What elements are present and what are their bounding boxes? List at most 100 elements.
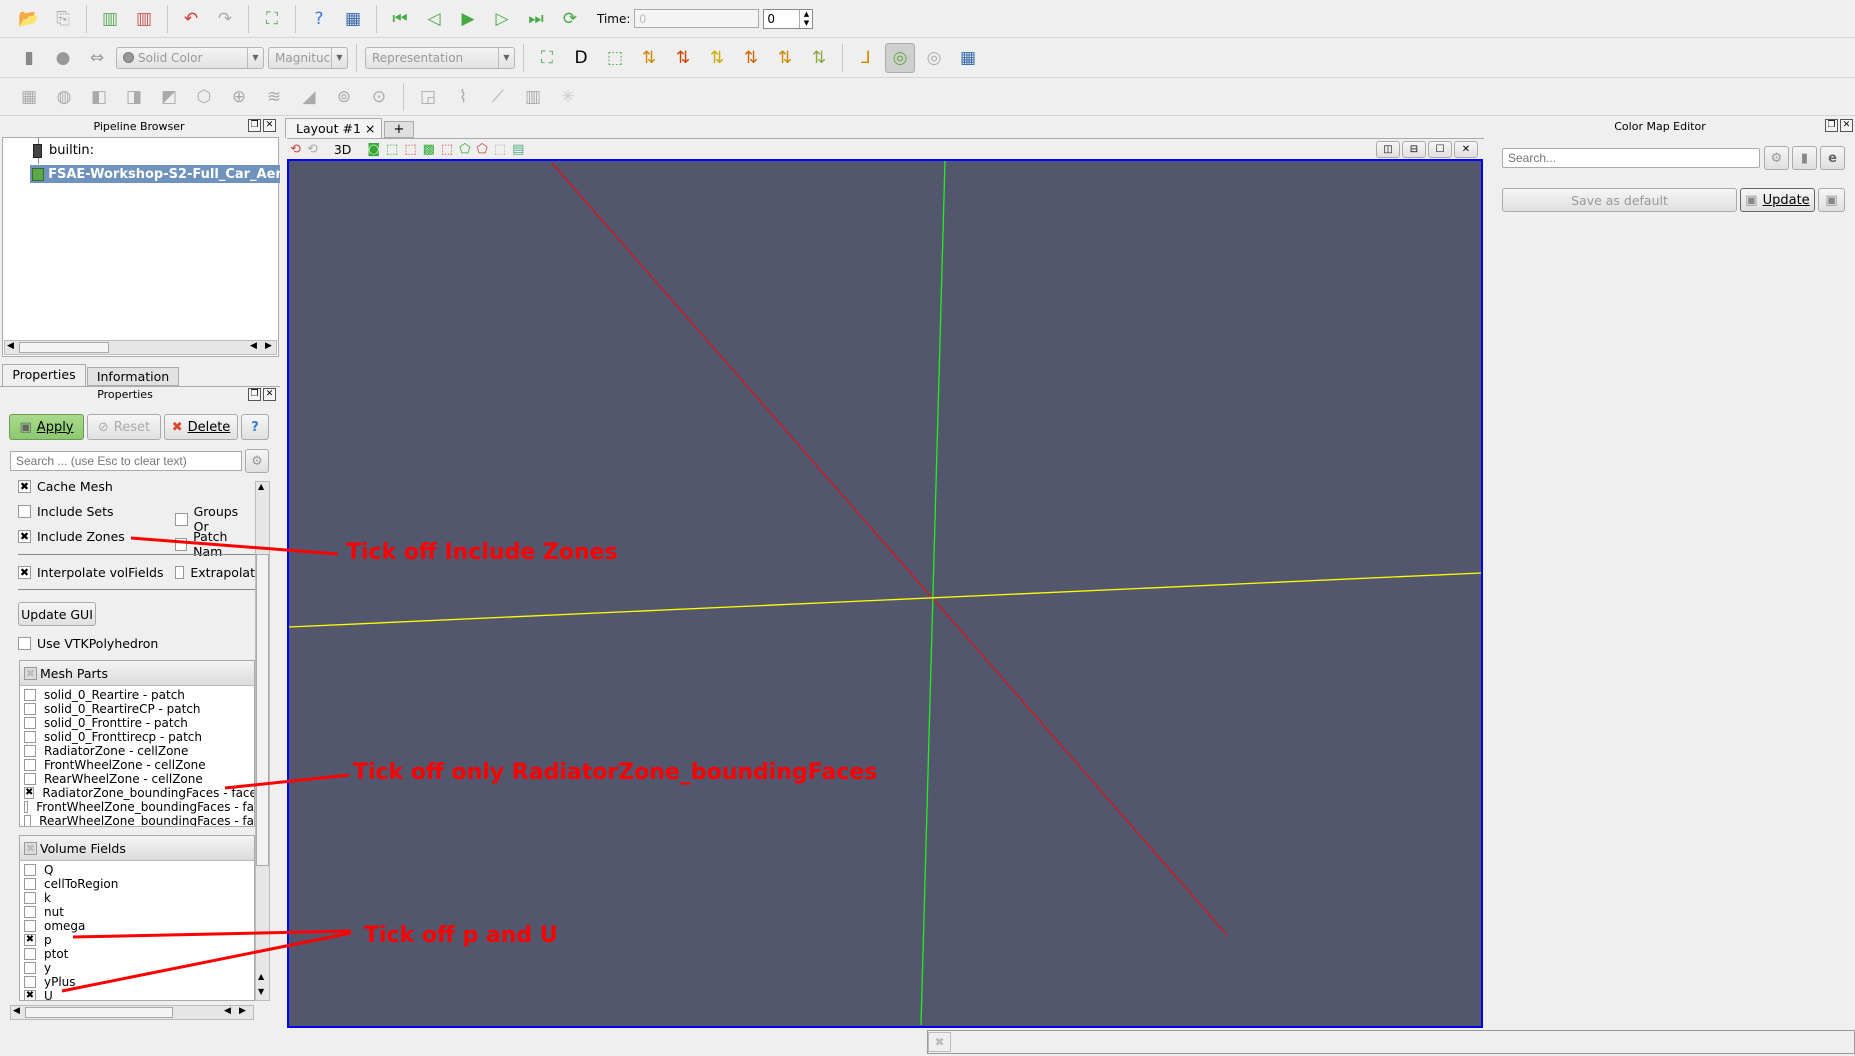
scroll-thumb[interactable] (19, 342, 109, 353)
last-frame-icon[interactable]: ⏭ (521, 4, 551, 34)
histogram-icon[interactable]: ▥ (518, 82, 548, 112)
checkbox-unchecked-icon[interactable] (24, 962, 36, 974)
first-frame-icon[interactable]: ⏮ (385, 4, 415, 34)
mesh-parts-header[interactable]: ✖ Mesh Parts (20, 661, 254, 686)
close-panel-icon[interactable]: ✕ (263, 388, 276, 401)
checkbox-unchecked-icon[interactable] (24, 703, 36, 715)
next-frame-icon[interactable]: ▷ (487, 4, 517, 34)
show-orientation-axes-icon[interactable]: ⅃ (851, 43, 881, 73)
scroll-left-icon[interactable]: ◀ (250, 341, 257, 351)
extract-subset-icon[interactable]: ⬡ (189, 82, 219, 112)
view-plus-y-icon[interactable]: ⇅ (702, 43, 732, 73)
color-legend-icon[interactable]: ▮ (1792, 146, 1817, 170)
list-item[interactable]: solid_0_Fronttire - patch (20, 716, 254, 730)
list-item[interactable]: ✖ p (20, 933, 254, 947)
list-item[interactable]: omega (20, 919, 254, 933)
rescale-icon[interactable]: ● (48, 43, 78, 73)
checkbox-checked-icon[interactable]: ✖ (24, 934, 36, 946)
glyph-icon[interactable]: ⊕ (224, 82, 254, 112)
rescale-custom-icon[interactable]: ⇔ (82, 43, 112, 73)
list-item[interactable]: y (20, 961, 254, 975)
add-layout-tab-button[interactable]: + (384, 121, 414, 138)
representation-combo[interactable]: Representation ▼ (365, 46, 515, 69)
pipeline-root[interactable]: builtin: (49, 143, 94, 158)
render-view[interactable] (287, 159, 1483, 1028)
list-item[interactable]: FrontWheelZone_boundingFaces - fa (20, 800, 254, 814)
properties-hscrollbar[interactable]: ◀ ◀ ▶ (10, 1005, 254, 1020)
component-combo[interactable]: Magnituc ▼ (268, 46, 348, 69)
extract-level-icon[interactable]: ⊙ (364, 82, 394, 112)
view-minus-y-icon[interactable]: ⇅ (736, 43, 766, 73)
select-polygon-cells-icon[interactable]: ⬠ (459, 142, 470, 157)
list-item[interactable]: RearWheelZone_boundingFaces - fa (20, 814, 254, 826)
view-minus-x-icon[interactable]: ⇅ (668, 43, 698, 73)
update-gui-button[interactable]: Update GUI (18, 602, 96, 626)
reset-center-icon[interactable]: ◎ (919, 43, 949, 73)
tab-information[interactable]: Information (87, 367, 179, 386)
list-item[interactable]: nut (20, 905, 254, 919)
list-item[interactable]: solid_0_Fronttirecp - patch (20, 730, 254, 744)
include-sets-checkbox[interactable]: Include Sets (18, 504, 114, 519)
color-map-search-input[interactable] (1502, 148, 1760, 168)
view-plus-x-icon[interactable]: ⇅ (634, 43, 664, 73)
undo-icon[interactable]: ↶ (176, 4, 206, 34)
time-index-spinbox[interactable]: 0 ▲ ▼ (763, 8, 814, 29)
list-item[interactable]: solid_0_ReartireCP - patch (20, 702, 254, 716)
cache-mesh-checkbox[interactable]: ✖ Cache Mesh (18, 479, 113, 494)
list-item[interactable]: RadiatorZone - cellZone (20, 744, 254, 758)
calculator-icon[interactable]: ▦ (14, 82, 44, 112)
split-horizontal-icon[interactable]: ◫ (1376, 141, 1400, 158)
checkbox-unchecked-icon[interactable] (24, 864, 36, 876)
tab-layout-1[interactable]: Layout #1 × (285, 118, 382, 138)
scroll-thumb[interactable] (256, 554, 269, 866)
select-points-frustum-icon[interactable]: ⬚ (441, 142, 453, 157)
help-button[interactable]: ? (241, 414, 269, 440)
select-points-icon[interactable]: ⬚ (404, 142, 416, 157)
close-view-icon[interactable]: ✕ (1454, 141, 1478, 158)
split-vertical-icon[interactable]: ⊟ (1402, 141, 1426, 158)
pick-center-icon[interactable]: ▦ (338, 4, 368, 34)
advanced-settings-gear-icon[interactable]: ⚙ (245, 449, 269, 473)
include-zones-checkbox[interactable]: ✖ Include Zones (18, 529, 125, 544)
view-plus-z-icon[interactable]: ⇅ (770, 43, 800, 73)
list-item[interactable]: RearWheelZone - cellZone (20, 772, 254, 786)
checkbox-unchecked-icon[interactable] (24, 920, 36, 932)
save-data-icon[interactable]: ⎘ (48, 4, 78, 34)
auto-update-icon[interactable]: ▣ (1818, 188, 1845, 212)
scroll-right-icon[interactable]: ▶ (239, 1006, 246, 1016)
pick-center-icon[interactable]: ▦ (953, 43, 983, 73)
toggle-all-checkbox-icon[interactable]: ✖ (24, 841, 37, 855)
scroll-up-icon[interactable]: ▲ (258, 482, 264, 491)
scroll-left-icon[interactable]: ◀ (13, 1006, 20, 1016)
checkbox-unchecked-icon[interactable] (24, 892, 36, 904)
apply-button[interactable]: ▣ Apply (9, 414, 84, 440)
undo-camera-icon[interactable]: ⟲ (307, 142, 318, 157)
checkbox-unchecked-icon[interactable] (24, 759, 36, 771)
group-datasets-icon[interactable]: ⊚ (329, 82, 359, 112)
float-panel-icon[interactable]: ❐ (248, 119, 261, 132)
pipeline-hscrollbar[interactable]: ◀ ◀ ▶ (4, 340, 277, 355)
maximize-icon[interactable]: ☐ (1428, 141, 1452, 158)
scroll-thumb[interactable] (25, 1007, 173, 1018)
list-item[interactable]: FrontWheelZone - cellZone (20, 758, 254, 772)
checkbox-checked-icon[interactable]: ✖ (24, 990, 36, 1000)
select-cells-frustum-icon[interactable]: ▩ (423, 142, 435, 157)
open-file-icon[interactable]: 📂 (14, 4, 44, 34)
spin-arrows-icon[interactable]: ▲ ▼ (799, 9, 812, 28)
checkbox-unchecked-icon[interactable] (24, 948, 36, 960)
checkbox-unchecked-icon[interactable] (24, 731, 36, 743)
view-minus-z-icon[interactable]: ⇅ (804, 43, 834, 73)
checkbox-unchecked-icon[interactable] (24, 815, 32, 826)
color-legend-icon[interactable]: ▮ (14, 43, 44, 73)
list-item[interactable]: solid_0_Reartire - patch (20, 688, 254, 702)
reset-camera-icon[interactable]: ⛶ (257, 4, 287, 34)
slice-icon[interactable]: ◨ (119, 82, 149, 112)
interaction-camera-icon[interactable]: ◙ (367, 142, 380, 157)
close-panel-icon[interactable]: ✕ (1840, 119, 1853, 132)
contour-icon[interactable]: ◍ (49, 82, 79, 112)
reset-camera-icon[interactable]: ⛶ (532, 43, 562, 73)
checkbox-unchecked-icon[interactable] (24, 689, 36, 701)
checkbox-unchecked-icon[interactable] (24, 801, 29, 813)
checkbox-unchecked-icon[interactable] (24, 906, 36, 918)
close-panel-icon[interactable]: ✕ (263, 119, 276, 132)
